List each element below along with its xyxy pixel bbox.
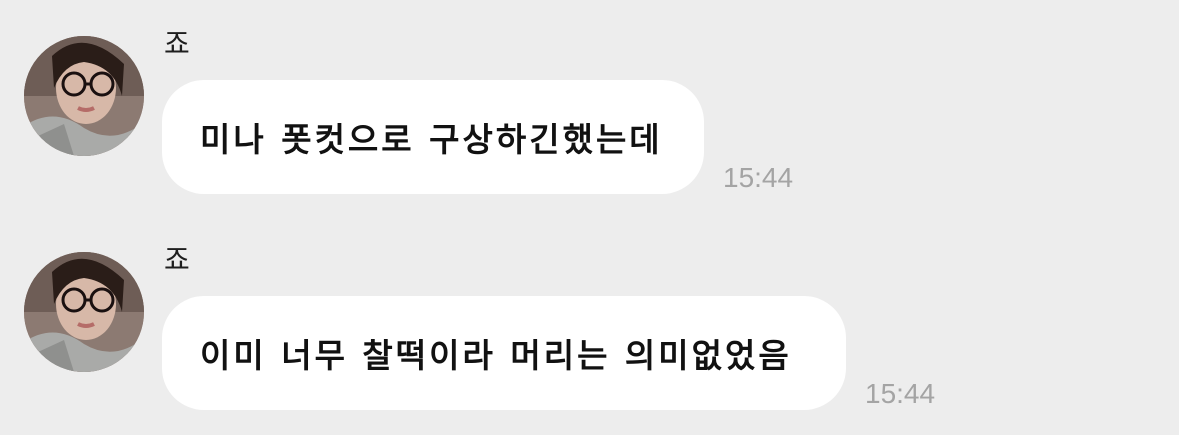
sender-name: 죠 (164, 27, 190, 60)
avatar-photo (24, 36, 144, 156)
avatar[interactable] (24, 36, 144, 156)
avatar[interactable] (24, 252, 144, 372)
message-bubble[interactable]: 이미 너무 찰떡이라 머리는 의미없었음 (162, 296, 846, 410)
message-timestamp: 15:44 (865, 378, 936, 409)
message-text: 이미 너무 찰떡이라 머리는 의미없었음 (200, 336, 792, 375)
message-bubble[interactable]: 미나 폿컷으로 구상하긴했는데 (162, 80, 704, 194)
sender-name: 죠 (164, 243, 190, 276)
chat-message: 죠 미나 폿컷으로 구상하긴했는데 15:44 (0, 0, 1179, 200)
message-timestamp: 15:44 (723, 162, 794, 193)
avatar-photo (24, 252, 144, 372)
chat-message: 죠 이미 너무 찰떡이라 머리는 의미없었음 15:44 (0, 216, 1179, 416)
message-text: 미나 폿컷으로 구상하긴했는데 (200, 120, 663, 159)
